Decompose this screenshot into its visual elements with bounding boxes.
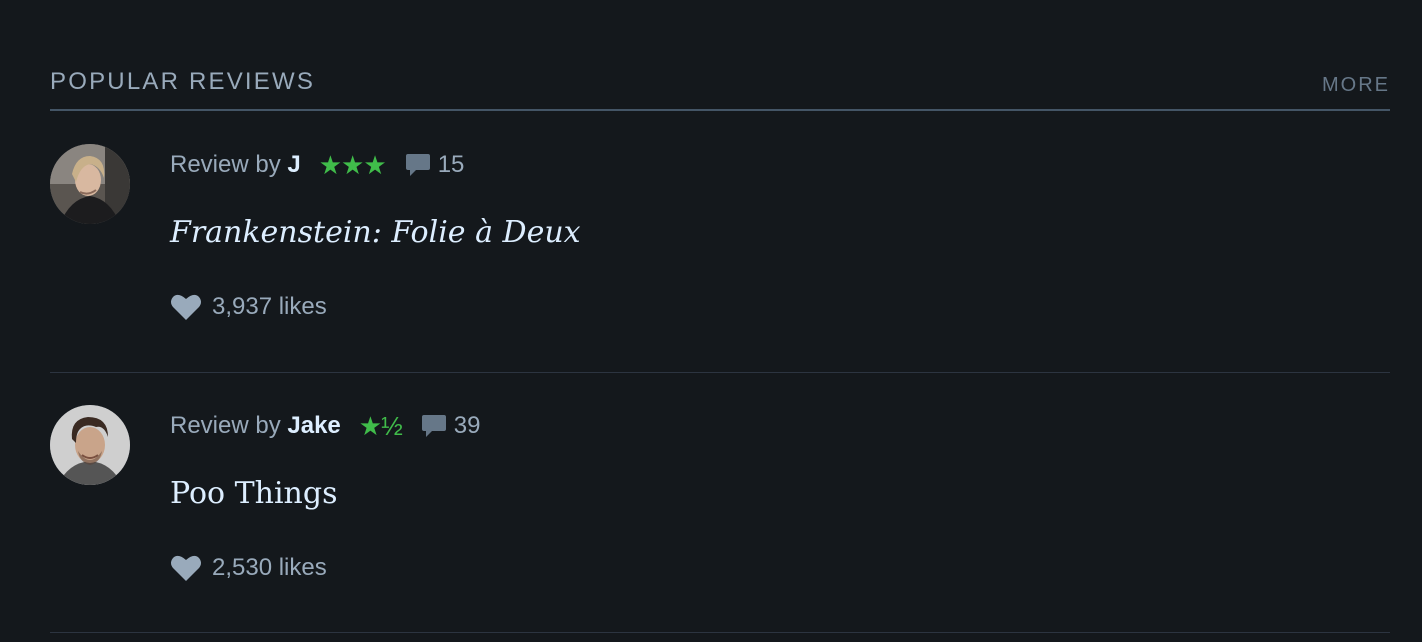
comment-bubble-icon: [405, 154, 430, 176]
comment-count: 39: [453, 412, 481, 439]
avatar[interactable]: [50, 405, 130, 485]
author-name: Jake: [287, 412, 341, 439]
star-rating: ★½: [358, 410, 403, 441]
film-title[interactable]: Poo Things: [170, 476, 337, 511]
review-item: Review by Jake ★½ 39 Poo Things 2,530 li…: [50, 372, 1390, 633]
film-title[interactable]: Frankenstein: Folie à Deux: [170, 215, 581, 250]
avatar[interactable]: [50, 144, 130, 224]
likes-label: 2,530 likes: [212, 554, 327, 581]
section-header: POPULAR REVIEWS MORE: [50, 66, 1390, 111]
author-name: J: [287, 151, 301, 178]
more-link[interactable]: MORE: [1322, 74, 1390, 97]
review-author-link[interactable]: Review by Jake: [170, 412, 341, 440]
comment-count: 15: [437, 151, 465, 178]
review-by-label: Review by: [170, 151, 281, 178]
review-by-label: Review by: [170, 412, 281, 439]
star-rating: ★★★: [318, 149, 387, 180]
user-avatar-icon: [50, 405, 130, 485]
user-avatar-icon: [50, 144, 130, 224]
comment-bubble-icon: [421, 415, 446, 437]
likes-count[interactable]: 3,937 likes: [170, 293, 327, 321]
review-meta: Review by J ★★★ 15: [170, 149, 464, 181]
comments-link[interactable]: 39: [420, 412, 481, 440]
heart-icon: [171, 294, 201, 320]
heart-icon: [171, 555, 201, 581]
review-item: Review by J ★★★ 15 Frankenstein: Folie à…: [50, 111, 1390, 373]
likes-label: 3,937 likes: [212, 293, 327, 320]
section-title: POPULAR REVIEWS: [50, 68, 316, 95]
review-meta: Review by Jake ★½ 39: [170, 410, 480, 442]
review-author-link[interactable]: Review by J: [170, 151, 301, 179]
comments-link[interactable]: 15: [404, 151, 465, 179]
likes-count[interactable]: 2,530 likes: [170, 554, 327, 582]
